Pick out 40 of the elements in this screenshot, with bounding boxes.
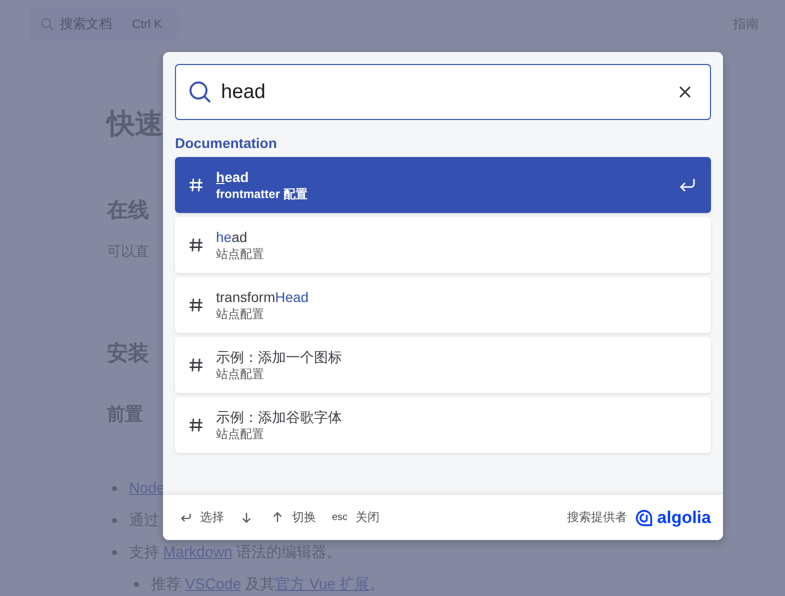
search-result[interactable]: head 站点配置 bbox=[175, 217, 711, 273]
search-result[interactable]: transformHead 站点配置 bbox=[175, 277, 711, 333]
command-label: 选择 bbox=[200, 509, 224, 526]
result-path: 站点配置 bbox=[216, 246, 265, 262]
search-field[interactable]: head bbox=[175, 64, 711, 120]
result-path: 站点配置 bbox=[216, 306, 265, 322]
clear-icon[interactable] bbox=[677, 84, 693, 100]
command-label: 关闭 bbox=[356, 509, 380, 526]
hash-icon bbox=[187, 416, 205, 434]
bullet-dot bbox=[112, 550, 117, 554]
hash-icon bbox=[187, 236, 205, 254]
command-label: 切换 bbox=[292, 509, 316, 526]
search-result[interactable]: 示例：添加一个图标 站点配置 bbox=[175, 337, 711, 393]
provider-label: 搜索提供者 bbox=[567, 509, 628, 526]
result-title: head bbox=[216, 228, 248, 246]
result-title: transformHead bbox=[216, 288, 310, 306]
search-result[interactable]: 示例：添加谷歌字体 站点配置 bbox=[175, 397, 711, 453]
bullet-dot bbox=[112, 518, 117, 522]
enter-key-icon bbox=[179, 511, 192, 524]
hash-icon bbox=[187, 176, 205, 194]
search-result[interactable]: head frontmatter 配置 bbox=[175, 157, 711, 213]
arrow-up-icon bbox=[271, 511, 284, 524]
result-path: frontmatter 配置 bbox=[216, 186, 308, 202]
search-icon bbox=[40, 17, 54, 31]
result-title: 示例：添加谷歌字体 bbox=[216, 408, 343, 426]
result-title: 示例：添加一个图标 bbox=[216, 348, 343, 366]
arrow-down-icon bbox=[240, 511, 253, 524]
group-heading: Documentation bbox=[175, 135, 278, 151]
bullet-dot bbox=[134, 582, 139, 586]
esc-key: esc bbox=[332, 512, 348, 523]
search-icon bbox=[188, 80, 212, 104]
list-item-text: 。 bbox=[370, 576, 385, 592]
result-path: 站点配置 bbox=[216, 426, 265, 442]
logo-icon bbox=[635, 508, 654, 526]
hash-icon bbox=[187, 356, 205, 374]
hash-icon bbox=[187, 296, 205, 314]
result-title: head bbox=[216, 168, 250, 186]
algolia-logo[interactable]: algolia bbox=[635, 508, 711, 528]
bullet-dot bbox=[112, 486, 117, 490]
result-path: 站点配置 bbox=[216, 366, 265, 382]
